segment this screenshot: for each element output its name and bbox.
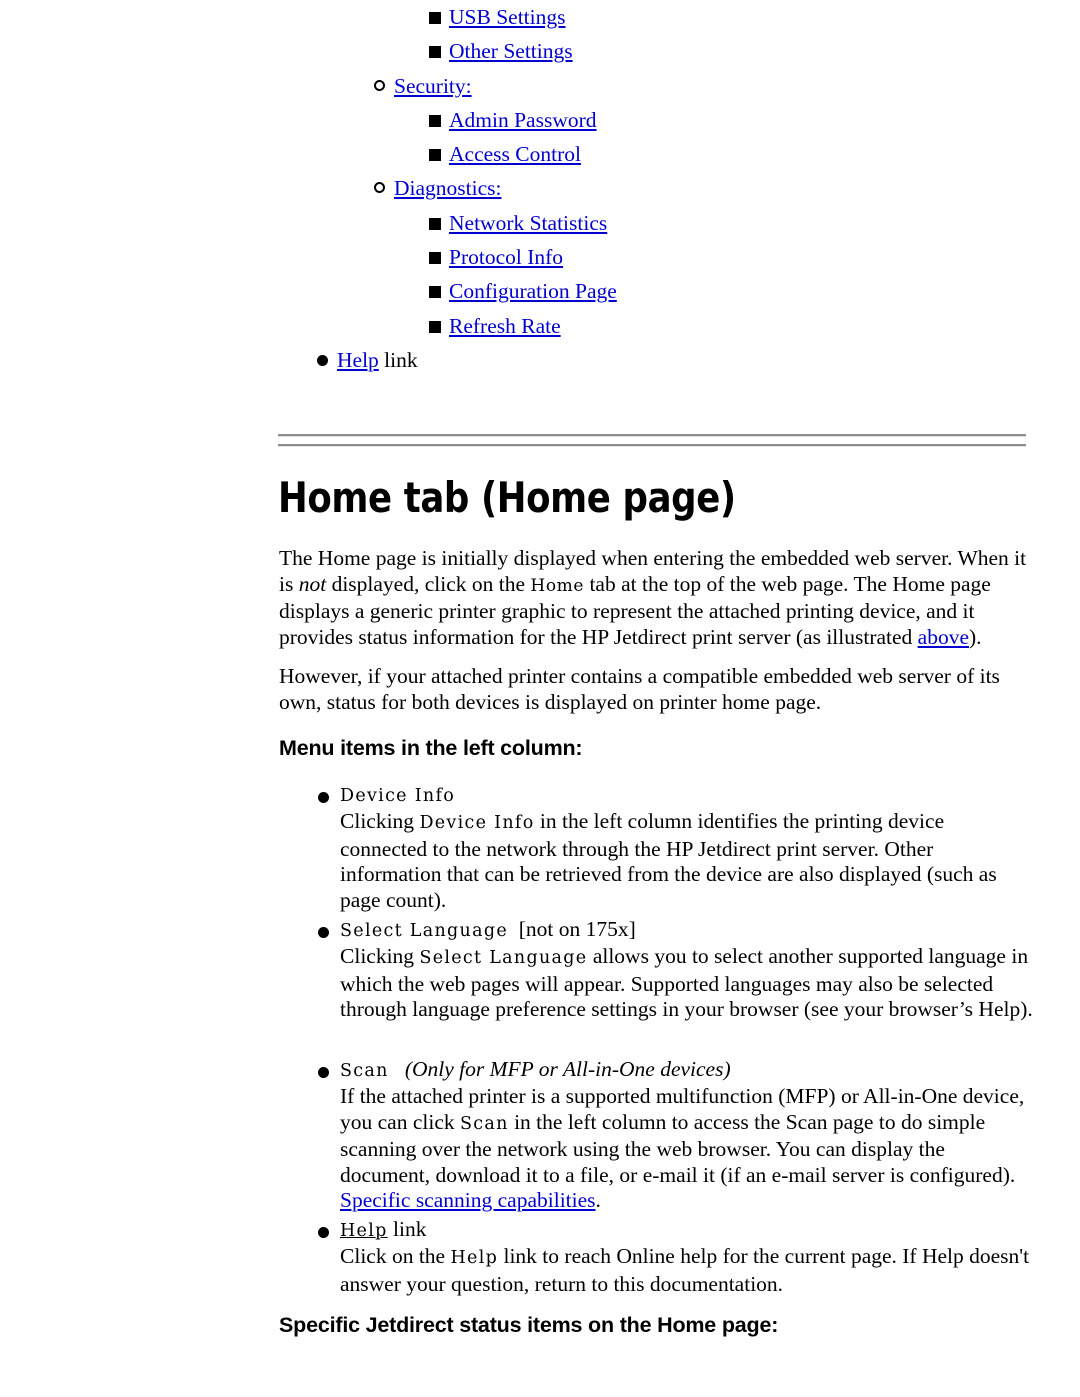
section-scan: Scan (Only for MFP or All-in-One devices… [0,1057,1080,1213]
document-page: USB Settings Other Settings Security: Ad… [0,0,1080,1397]
note-select-language [508,917,519,941]
inline-code-select-language: Select Language [419,948,588,969]
square-bullet-icon [429,252,441,265]
subheading-status-items: Specific Jetdirect status items on the H… [279,1313,779,1337]
link-above[interactable]: above [918,625,969,649]
note-scan-devices: (Only for MFP or All-in-One devices) [404,1057,731,1081]
disc-bullet-icon [318,927,329,938]
term-help[interactable]: Help [340,1221,388,1241]
term-scan: Scan [340,1061,389,1081]
subheading-menu-items: Menu items in the left column: [279,736,583,760]
list-item[interactable]: Configuration Page [0,274,1080,308]
scan-text-c: . [595,1188,601,1213]
horizontal-rule-bottom [278,444,1026,447]
circle-bullet-icon [374,79,385,91]
note-not-on-175x: [not on 175x] [518,917,636,941]
disc-bullet-icon [318,1067,329,1078]
circle-bullet-icon [374,182,385,194]
select-language-text-a: Clicking [340,944,420,969]
section-help: Help link Click on the Help link to reach… [0,1217,1080,1297]
p1-emphasis-not: not [298,571,327,596]
list-item[interactable]: Diagnostics: [0,171,1080,205]
square-bullet-icon [429,12,441,24]
list-item[interactable]: Security: [0,69,1080,103]
term-device-info: Device Info [340,786,456,806]
list-item[interactable]: Network Statistics [0,206,1080,240]
section-body: Scan (Only for MFP or All-in-One devices… [0,1057,1080,1213]
section-body: Device Info Clicking Device Info in the l… [0,782,1080,913]
inline-code-help: Help [450,1248,499,1269]
link-other-settings[interactable]: Other Settings [449,39,573,63]
link-usb-settings[interactable]: USB Settings [449,5,566,29]
disc-bullet-icon [317,354,328,366]
section-body: Select Language [not on 175x] Clicking Se… [0,917,1080,1023]
outline-list: USB Settings Other Settings Security: Ad… [0,0,1080,377]
help-link-suffix: link [378,347,418,372]
help-term-suffix: link [387,1217,427,1241]
section-select-language: Select Language [not on 175x] Clicking Se… [0,917,1080,1023]
link-diagnostics[interactable]: Diagnostics: [394,176,502,200]
square-bullet-icon [429,46,441,59]
section-device-info: Device Info Clicking Device Info in the l… [0,782,1080,913]
horizontal-rule-top [278,434,1026,437]
square-bullet-icon [429,114,441,127]
link-security[interactable]: Security: [394,74,472,98]
list-item[interactable]: Help link [0,343,1080,377]
link-refresh-rate[interactable]: Refresh Rate [449,314,561,338]
inline-code-device-info: Device Info [419,813,535,834]
page-title: Home tab (Home page) [278,473,736,522]
p1-text-b: displayed, click on the [326,571,531,596]
link-network-statistics[interactable]: Network Statistics [449,211,607,235]
intro-paragraph: The Home page is initially displayed whe… [279,546,1031,650]
link-admin-password[interactable]: Admin Password [449,108,597,132]
section-body: Help link Click on the Help link to reach… [0,1217,1080,1297]
square-bullet-icon [429,286,441,299]
disc-bullet-icon [318,792,329,803]
list-item[interactable]: Protocol Info [0,240,1080,274]
p1-code-home: Home [530,575,585,596]
link-access-control[interactable]: Access Control [449,142,581,166]
scan-note-spacer [389,1057,405,1081]
square-bullet-icon [429,320,441,333]
help-text-a: Click on the [340,1244,451,1269]
term-select-language: Select Language [340,921,508,941]
device-info-text-a: Clicking [340,809,420,834]
secondary-paragraph: However, if your attached printer contai… [279,664,1000,714]
p1-text-d: ). [969,624,982,649]
list-item[interactable]: Access Control [0,137,1080,171]
inline-code-scan: Scan [460,1113,509,1134]
link-specific-scanning-capabilities[interactable]: Specific scanning capabilities [340,1188,596,1212]
link-configuration-page[interactable]: Configuration Page [449,279,617,303]
disc-bullet-icon [318,1227,329,1238]
link-help[interactable]: Help [337,348,379,372]
list-item[interactable]: Refresh Rate [0,309,1080,343]
square-bullet-icon [429,149,441,162]
list-item[interactable]: Other Settings [0,34,1080,68]
list-item[interactable]: USB Settings [0,0,1080,34]
list-item[interactable]: Admin Password [0,103,1080,137]
section-divider [278,434,1026,447]
square-bullet-icon [429,217,441,230]
link-protocol-info[interactable]: Protocol Info [449,245,563,269]
navigation-outline: USB Settings Other Settings Security: Ad… [0,0,1080,377]
